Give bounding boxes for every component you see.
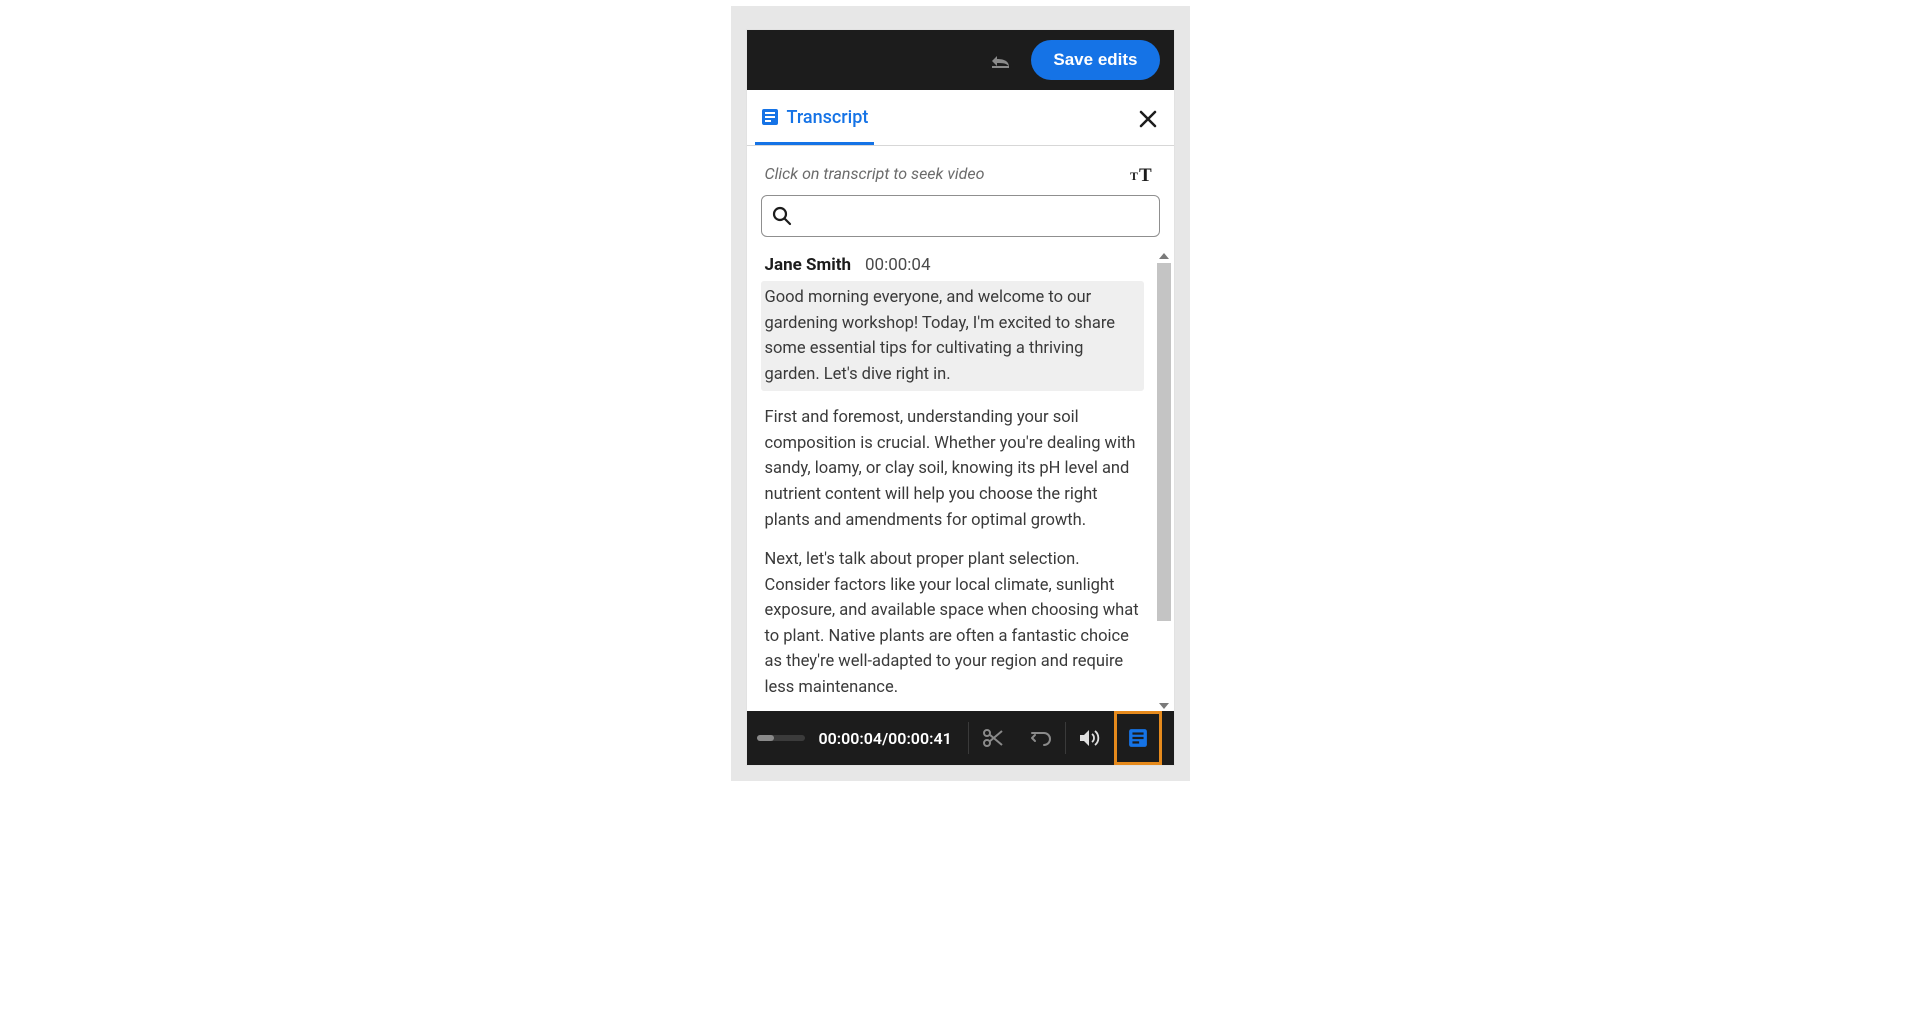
- text-size-button[interactable]: T T: [1130, 165, 1156, 183]
- tab-label: Transcript: [787, 107, 869, 128]
- speaker-name: Jane Smith: [765, 255, 852, 275]
- svg-text:T: T: [1130, 169, 1138, 183]
- undo-icon: [989, 51, 1013, 69]
- undo-icon: [1030, 727, 1052, 749]
- scroll-up-icon[interactable]: [1159, 253, 1169, 259]
- progress-fill: [757, 735, 774, 741]
- video-control-bar: 00:00:04/00:00:41: [747, 711, 1174, 765]
- search-input[interactable]: [800, 207, 1149, 225]
- current-time: 00:00:04: [819, 729, 883, 748]
- scroll-down-icon[interactable]: [1159, 703, 1169, 709]
- search-icon: [772, 206, 792, 226]
- transcript-paragraph[interactable]: First and foremost, understanding your s…: [765, 405, 1140, 533]
- save-edits-button[interactable]: Save edits: [1031, 40, 1159, 80]
- search-field[interactable]: [761, 195, 1160, 237]
- segment-timestamp: 00:00:04: [865, 255, 931, 275]
- hint-text: Click on transcript to seek video: [765, 164, 985, 183]
- transcript-content: Jane Smith 00:00:04 Good morning everyon…: [765, 255, 1166, 700]
- transcript-icon: [1128, 728, 1148, 748]
- scrollbar-track[interactable]: [1157, 263, 1171, 699]
- tab-bar: Transcript: [747, 92, 1174, 146]
- hint-row: Click on transcript to seek video T T: [747, 146, 1174, 195]
- tab-transcript[interactable]: Transcript: [755, 92, 875, 145]
- transcript-scroll-area: Jane Smith 00:00:04 Good morning everyon…: [747, 251, 1174, 711]
- svg-text:T: T: [1139, 165, 1152, 183]
- transcript-paragraph[interactable]: Next, let's talk about proper plant sele…: [765, 547, 1140, 700]
- transcript-paragraph[interactable]: Good morning everyone, and welcome to ou…: [761, 281, 1144, 391]
- scrollbar-thumb[interactable]: [1157, 263, 1171, 621]
- transcript-icon: [761, 108, 779, 126]
- top-toolbar: Save edits: [747, 30, 1174, 90]
- close-panel-button[interactable]: [1136, 107, 1160, 131]
- panel-backdrop: Save edits Transcript Click on transcrip…: [731, 6, 1190, 781]
- transcript-panel: Save edits Transcript Click on transcrip…: [747, 30, 1174, 765]
- progress-track[interactable]: [757, 735, 805, 741]
- undo-control-button[interactable]: [1017, 711, 1065, 765]
- volume-button[interactable]: [1066, 711, 1114, 765]
- undo-button[interactable]: [987, 46, 1015, 74]
- volume-icon: [1078, 727, 1102, 749]
- speaker-line: Jane Smith 00:00:04: [765, 255, 1140, 275]
- time-display: 00:00:04/00:00:41: [819, 729, 952, 748]
- cut-button[interactable]: [969, 711, 1017, 765]
- text-size-icon: T T: [1130, 165, 1156, 183]
- total-time: 00:00:41: [888, 729, 952, 748]
- scissors-icon: [982, 727, 1004, 749]
- scrollbar[interactable]: [1156, 253, 1172, 709]
- transcript-toggle-button[interactable]: [1114, 711, 1162, 765]
- search-wrap: [747, 195, 1174, 251]
- close-icon: [1139, 110, 1157, 128]
